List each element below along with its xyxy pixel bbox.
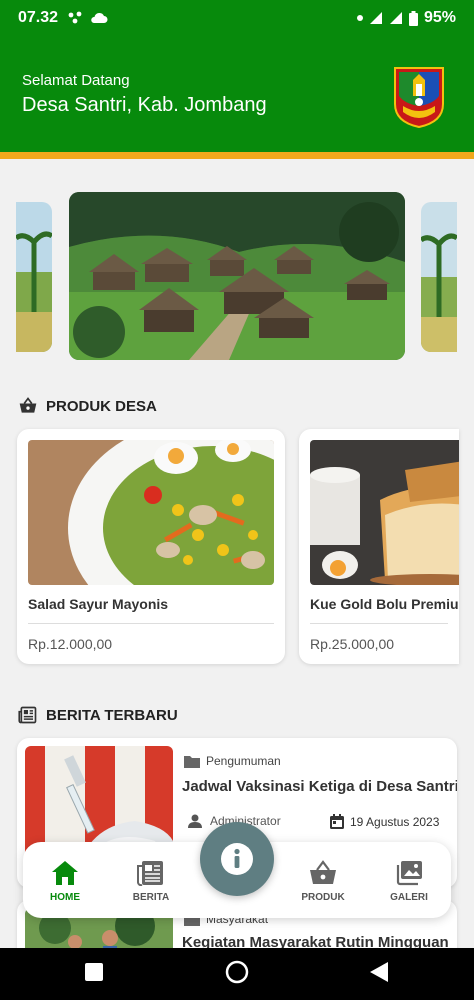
carousel-slide-village[interactable] <box>69 192 405 360</box>
nav-produk[interactable]: PRODUK <box>288 860 358 903</box>
news-date: 19 Agustus 2023 <box>330 814 439 829</box>
cloud-icon <box>91 12 108 23</box>
signal-icon-2 <box>389 12 402 24</box>
nav-galeri[interactable]: GALERI <box>374 860 444 903</box>
info-fab-button[interactable] <box>200 822 274 896</box>
palm-field-image-next <box>421 202 457 352</box>
product-name: Salad Sayur Mayonis <box>28 596 169 612</box>
recents-button-icon[interactable] <box>84 962 104 982</box>
nav-home[interactable]: HOME <box>30 860 100 903</box>
news-category-label: Pengumuman <box>206 754 281 768</box>
village-title: Desa Santri, Kab. Jombang <box>22 94 267 116</box>
nav-produk-label: PRODUK <box>301 892 345 903</box>
product-image <box>28 440 274 585</box>
news-title: Jadwal Vaksinasi Ketiga di Desa Santri <box>182 778 457 795</box>
produk-section-label: PRODUK DESA <box>46 397 157 415</box>
battery-percent: 95% <box>423 9 456 26</box>
home-button-icon[interactable] <box>225 960 249 984</box>
person-icon <box>188 814 202 828</box>
sponge-cake-image <box>310 440 459 585</box>
nav-berita-label: BERITA <box>132 892 170 903</box>
palm-field-image <box>16 202 52 352</box>
home-icon <box>52 861 78 885</box>
berita-section-title: BERITA TERBARU <box>18 705 178 725</box>
product-card[interactable]: Salad Sayur Mayonis Rp.12.000,00 <box>17 429 285 664</box>
product-divider <box>310 623 448 624</box>
jombang-emblem-icon <box>394 67 444 128</box>
produk-section-title: PRODUK DESA <box>18 396 157 416</box>
nav-berita[interactable]: BERITA <box>116 860 186 903</box>
system-navigation-bar <box>0 948 474 1000</box>
header-accent-line <box>0 152 474 159</box>
back-button-icon[interactable] <box>369 961 389 983</box>
news-category: Pengumuman <box>184 754 281 768</box>
nav-galeri-label: GALERI <box>390 892 428 903</box>
greeting-text: Selamat Datang <box>22 72 130 89</box>
info-icon <box>221 843 253 875</box>
news-date-text: 19 Agustus 2023 <box>350 814 440 829</box>
product-divider <box>28 623 274 624</box>
app-header: Selamat Datang Desa Santri, Kab. Jombang <box>0 36 474 152</box>
product-image <box>310 440 459 585</box>
dot-icon <box>356 15 363 21</box>
status-bar: 07.32 95% <box>0 0 474 36</box>
folder-icon <box>184 755 200 768</box>
calendar-icon <box>330 814 344 829</box>
gallery-icon <box>396 861 422 886</box>
product-name: Kue Gold Bolu Premium <box>310 596 459 612</box>
battery-icon <box>408 10 418 26</box>
berita-section-label: BERITA TERBARU <box>46 706 178 724</box>
image-carousel[interactable] <box>0 190 474 362</box>
dots-notification-icon <box>68 11 82 24</box>
status-time: 07.32 <box>18 9 59 26</box>
signal-icon <box>369 12 382 24</box>
product-price: Rp.12.000,00 <box>28 636 113 652</box>
newspaper-icon <box>137 861 163 886</box>
village-landscape-image <box>69 192 405 360</box>
carousel-slide-prev[interactable] <box>16 202 52 352</box>
product-price: Rp.25.000,00 <box>310 636 395 652</box>
salad-image <box>28 440 274 585</box>
newspaper-icon <box>18 706 37 724</box>
nav-home-label: HOME <box>50 892 80 903</box>
basket-icon <box>310 860 336 884</box>
product-card[interactable]: Kue Gold Bolu Premium Rp.25.000,00 <box>299 429 459 664</box>
basket-icon <box>19 397 37 413</box>
carousel-slide-next[interactable] <box>421 202 457 352</box>
